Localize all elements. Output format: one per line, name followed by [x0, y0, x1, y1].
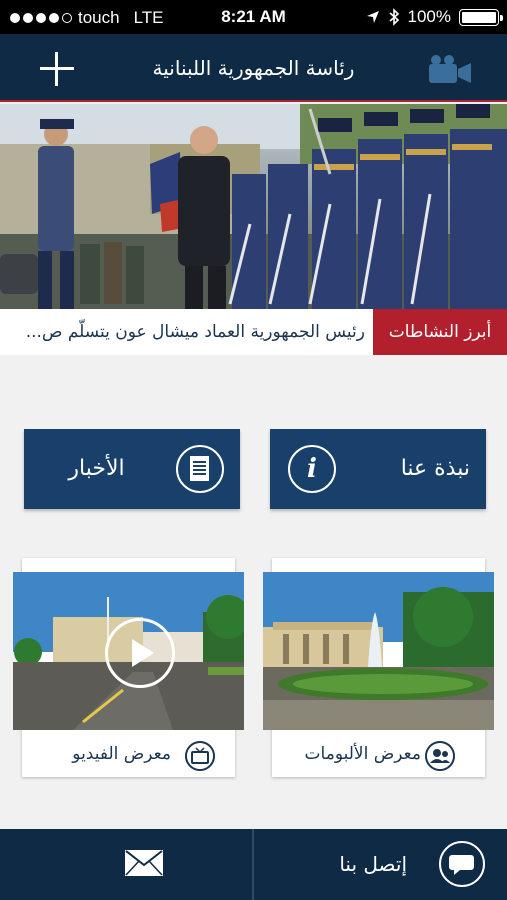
play-button-icon[interactable]	[105, 618, 175, 688]
featured-news-photo[interactable]	[0, 104, 507, 309]
status-bar: touch LTE 8:21 AM 100%	[0, 0, 507, 34]
envelope-icon[interactable]	[124, 849, 164, 877]
albums-thumbnail	[263, 572, 494, 730]
bluetooth-icon	[388, 8, 399, 26]
battery-percent: 100%	[407, 7, 451, 26]
ceremony-photo-illustration	[0, 104, 507, 309]
about-us-label: نبذة عنا	[400, 456, 470, 481]
battery-icon	[459, 8, 503, 26]
news-button[interactable]: الأخبار	[24, 429, 240, 509]
bottom-divider	[252, 829, 254, 900]
tv-icon	[185, 741, 215, 771]
bottom-tab-bar: إتصل بنا	[0, 829, 507, 900]
about-us-button[interactable]: i نبذة عنا	[270, 429, 486, 509]
top-nav-bar: رئاسة الجمهورية اللبنانية	[0, 34, 507, 102]
news-ticker[interactable]: أبرز النشاطات رئيس الجمهورية العماد ميشا…	[0, 309, 507, 355]
contact-us-button[interactable]: إتصل بنا	[339, 829, 407, 900]
status-right: 100%	[366, 7, 503, 27]
chat-bubble-icon[interactable]	[439, 841, 485, 887]
videos-title: معرض الفيديو	[72, 744, 171, 764]
info-icon: i	[288, 445, 336, 493]
ticker-headline[interactable]: رئيس الجمهورية العماد ميشال عون يتسلّم ص…	[5, 309, 365, 355]
location-arrow-icon	[366, 11, 379, 23]
video-thumbnail	[13, 572, 244, 730]
video-gallery-card[interactable]: معرض الفيديو	[13, 558, 244, 777]
photo-albums-card[interactable]: معرض الألبومات	[263, 558, 494, 777]
video-caption: معرض الفيديو	[22, 736, 235, 774]
albums-caption: معرض الألبومات	[272, 736, 485, 774]
video-camera-icon[interactable]	[427, 54, 473, 86]
user-photo-icon	[425, 741, 455, 771]
document-list-icon	[176, 445, 224, 493]
albums-title: معرض الألبومات	[304, 744, 421, 764]
ticker-label: أبرز النشاطات	[373, 309, 507, 355]
news-label: الأخبار	[68, 456, 125, 481]
